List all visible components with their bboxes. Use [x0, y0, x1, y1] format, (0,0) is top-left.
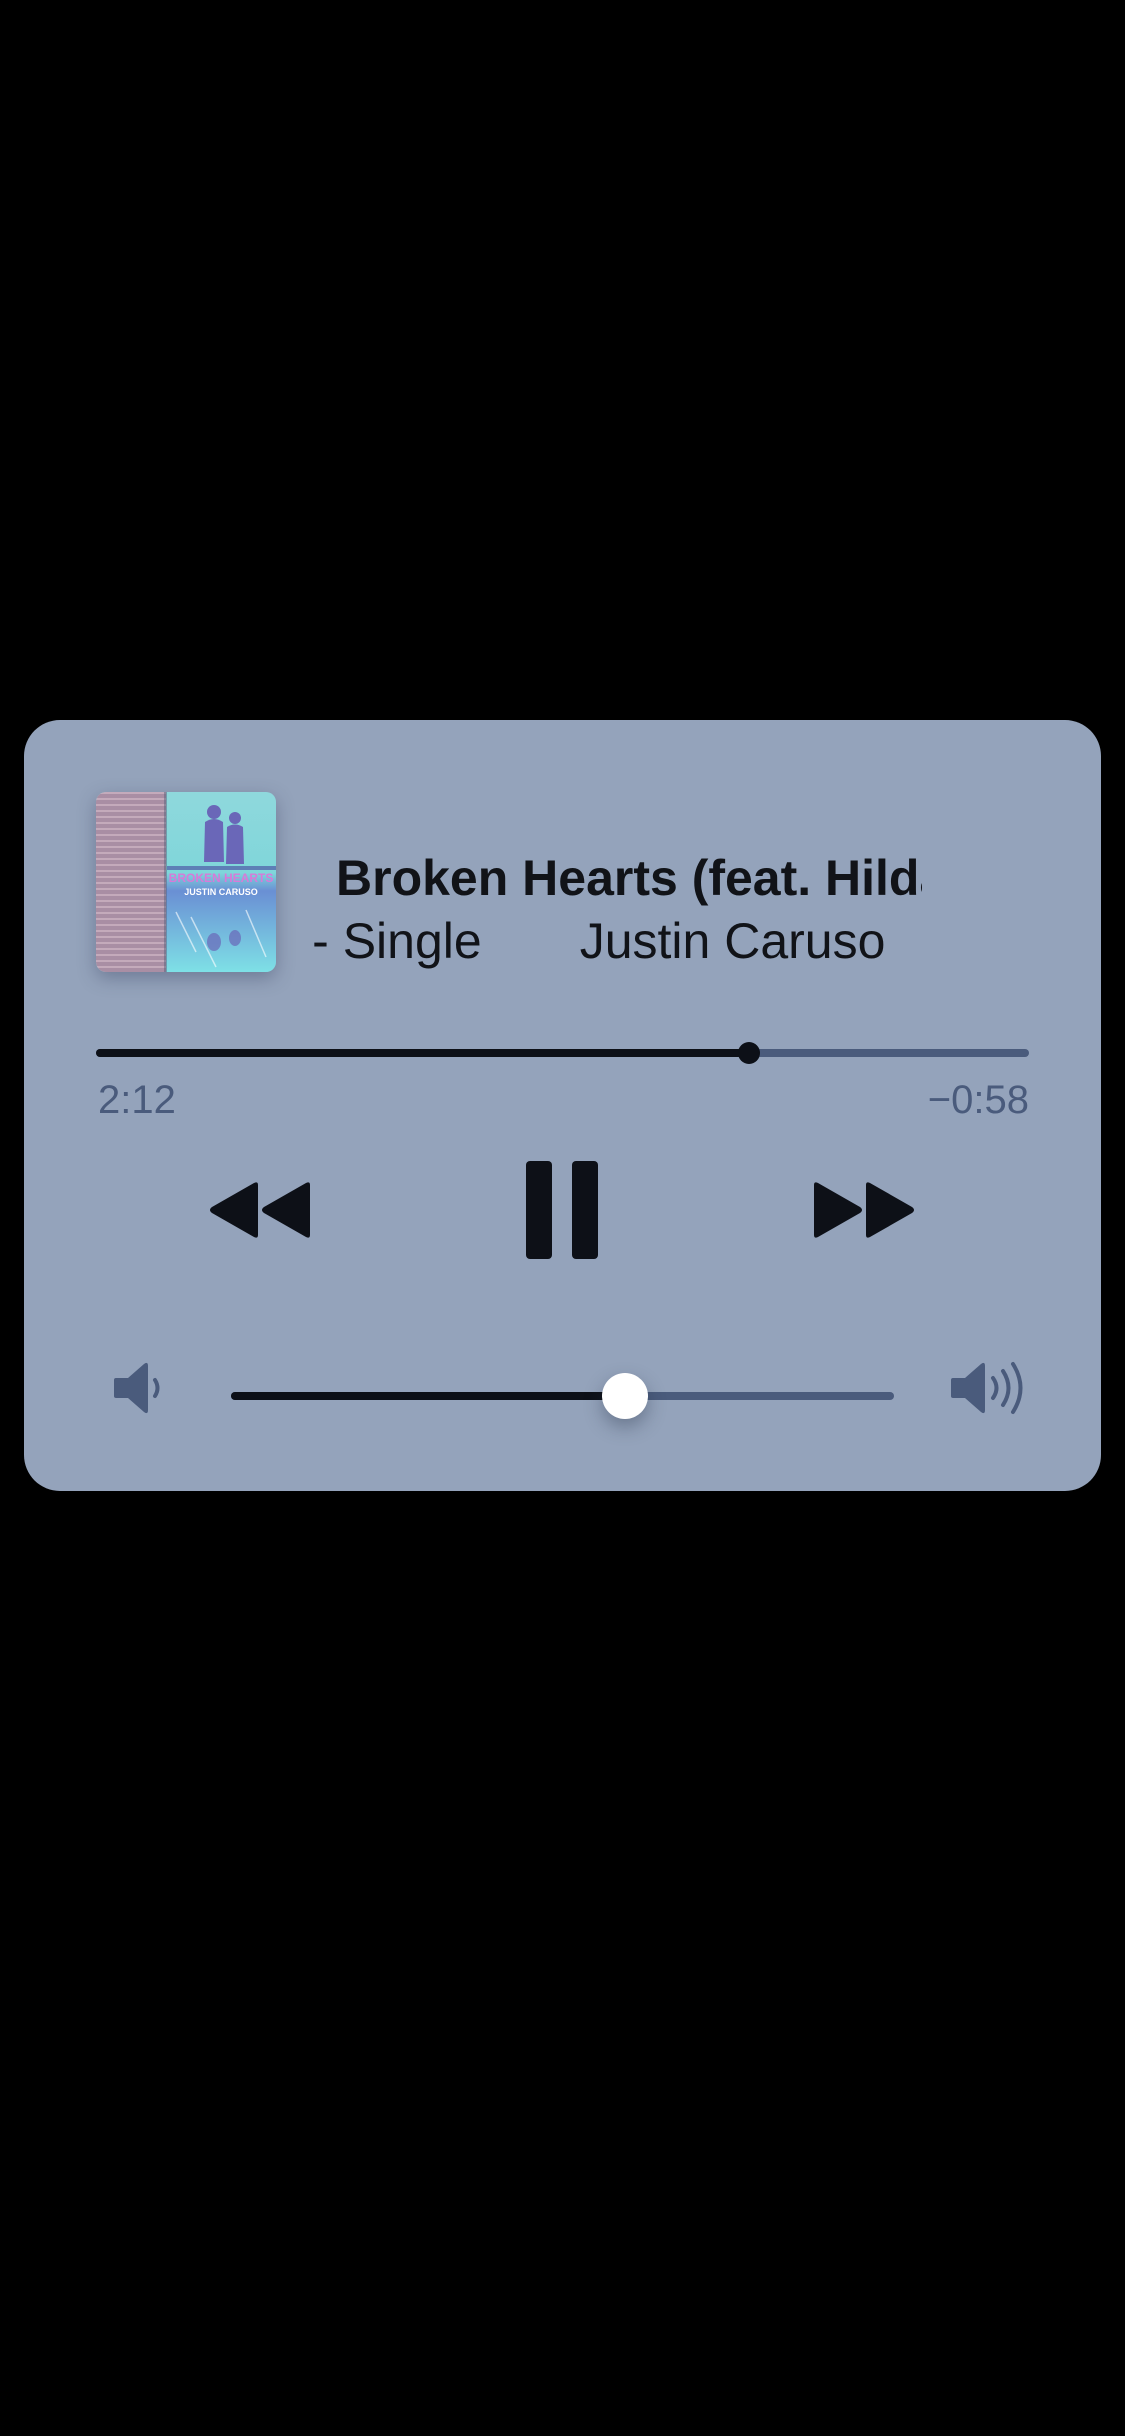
track-subtitle-marquee: da) - Single Justin Caruso	[312, 908, 922, 974]
album-artwork[interactable]: BROKEN HEARTS JUSTIN CARUSO	[96, 792, 276, 972]
rewind-button[interactable]	[200, 1158, 320, 1262]
album-name: da) - Single	[312, 913, 482, 969]
playback-progress-slider[interactable]	[96, 1042, 1029, 1064]
playback-progress-fill	[96, 1049, 750, 1057]
track-title: Broken Hearts (feat. Hilda)	[336, 850, 922, 906]
pause-icon	[526, 1161, 598, 1259]
playback-scrubber-knob[interactable]	[738, 1042, 761, 1064]
artwork-artist-text: JUSTIN CARUSO	[184, 887, 258, 897]
fast-forward-icon	[814, 1182, 914, 1238]
pause-button[interactable]	[502, 1158, 622, 1262]
volume-fill	[231, 1392, 626, 1400]
volume-slider[interactable]	[231, 1373, 894, 1419]
track-title-marquee: Broken Hearts (feat. Hilda)	[312, 845, 922, 911]
speaker-high-icon	[951, 1358, 1029, 1418]
now-playing-card: BROKEN HEARTS JUSTIN CARUSO Broken Heart…	[24, 720, 1101, 1491]
elapsed-time: 2:12	[98, 1078, 176, 1122]
speaker-low-icon	[114, 1358, 166, 1418]
artist-name: Justin Caruso	[579, 913, 886, 969]
fast-forward-button[interactable]	[804, 1158, 924, 1262]
album-artwork-image: BROKEN HEARTS JUSTIN CARUSO	[96, 792, 276, 972]
artwork-title-text: BROKEN HEARTS	[169, 871, 274, 885]
volume-knob[interactable]	[602, 1373, 649, 1419]
rewind-icon	[210, 1182, 310, 1238]
remaining-time: −0:58	[927, 1078, 1029, 1122]
